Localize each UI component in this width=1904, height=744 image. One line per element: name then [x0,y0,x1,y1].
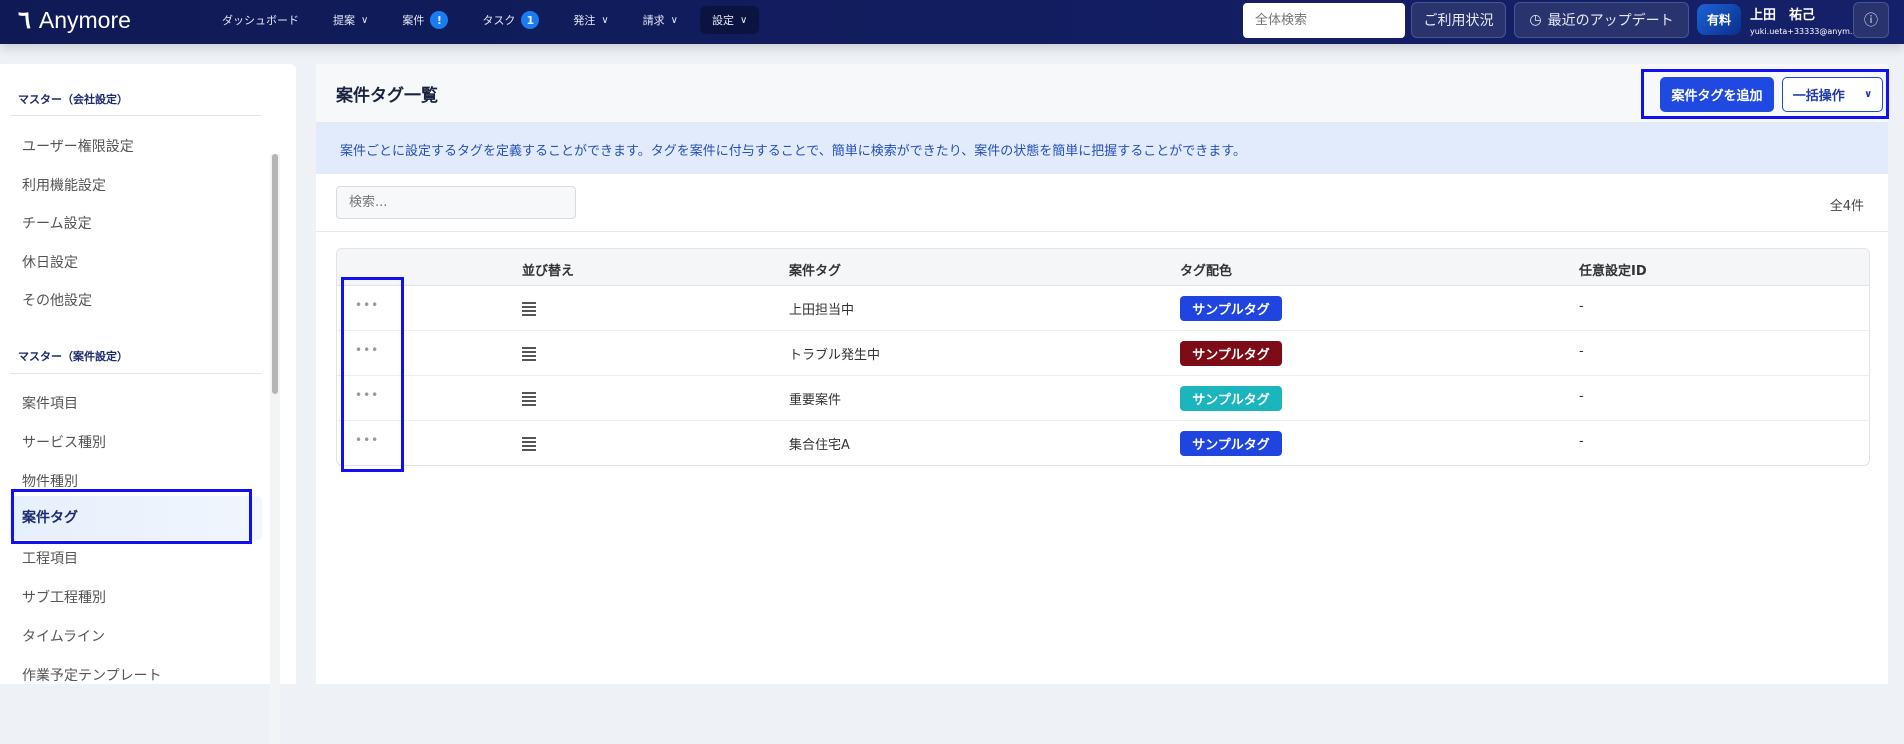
sidebar-section-heading: マスター（会社設定） [18,93,128,106]
col-tag: 案件タグ [789,264,842,279]
divider [10,115,261,116]
nav-item-label: ダッシュボード [222,14,299,27]
divider [316,231,1888,232]
logo[interactable]: ٦ Anymore [18,6,131,35]
page-header: 案件タグ一覧 案件タグを追加 一括操作 ∨ [316,64,1888,123]
nav-item[interactable]: 設定 ∨ [699,6,760,34]
table-row: ••• 重要案件 サンプルタグ - [337,376,1869,421]
tag-search-input[interactable] [336,186,576,219]
clock-icon: ◷ [1529,12,1542,28]
chevron-down-icon: ∨ [361,14,369,26]
drag-handle-icon[interactable] [522,302,536,318]
sidebar-item[interactable]: 休日設定 [22,252,78,272]
nav-item-label: 設定 [711,14,734,27]
usage-label: ご利用状況 [1423,13,1494,29]
sidebar: マスター（会社設定） ユーザー権限設定 利用機能設定 チーム設定休日設定その他設定マス… [0,64,296,744]
col-color: タグ配色 [1180,264,1233,279]
custom-id: - [1579,434,1584,449]
bulk-label: 一括操作 [1792,89,1845,104]
plan-badge: 有料 [1697,4,1741,35]
chevron-down-icon: ∨ [739,14,748,26]
table-row: ••• 上田担当中 サンプルタグ - [337,286,1869,331]
sidebar-scroll-thumb[interactable] [272,154,278,394]
col-sort: 並び替え [522,264,575,279]
nav-item[interactable]: 提案 ∨ [321,6,380,34]
user-email: yuki.ueta+33333@anym... [1750,27,1858,36]
table-header: 並び替え 案件タグ タグ配色 任意設定ID [337,249,1869,286]
tag-color-badge: サンプルタグ [1180,386,1282,411]
sidebar-item[interactable]: 工程項目 [22,548,78,568]
chevron-down-icon: ∨ [670,14,678,26]
page-title: 案件タグ一覧 [336,86,438,106]
sidebar-item-active[interactable]: 案件タグ [10,496,262,540]
sidebar-section-heading: マスター（案件設定） [18,350,128,363]
sidebar-item[interactable]: サブ工程種別 [22,587,106,607]
drag-handle-icon[interactable] [522,392,536,408]
chevron-down-icon: ∨ [1864,89,1873,100]
sidebar-item[interactable]: サービス種別 [22,432,106,452]
add-tag-button[interactable]: 案件タグを追加 [1660,77,1774,112]
tag-color-badge: サンプルタグ [1180,341,1282,366]
total-count: 全4件 [1829,199,1864,214]
more-actions-icon[interactable]: ••• [355,388,379,402]
nav-item-label: 請求 [642,14,665,27]
nav-item[interactable]: 発注 ∨ [561,6,620,34]
sidebar-item[interactable]: タイムライン [22,626,105,646]
nav-badge: 1 [521,11,540,29]
bulk-action-dropdown[interactable]: 一括操作 ∨ [1782,77,1883,112]
sidebar-item[interactable]: 案件項目 [22,393,78,413]
info-icon: ⓘ [1864,13,1878,29]
custom-id: - [1579,299,1584,314]
logo-text: Anymore [38,7,131,33]
user-info[interactable]: 上田 祐己 yuki.ueta+33333@anym... [1750,4,1858,36]
custom-id: - [1579,344,1584,359]
sidebar-item[interactable]: 作業予定テンプレート [22,665,162,685]
nav-item[interactable]: タスク 1 [470,6,551,34]
info-button[interactable]: ⓘ [1853,2,1889,38]
divider [10,373,261,374]
main-panel: 案件タグ一覧 案件タグを追加 一括操作 ∨ 案件ごとに設定するタグを定義することが… [316,64,1888,684]
nav-item-label: 案件 [402,14,425,27]
more-actions-icon[interactable]: ••• [355,343,379,357]
tag-table: 並び替え 案件タグ タグ配色 任意設定ID ••• 上田担当中 サンプルタグ - •••… [336,248,1870,466]
nav-item-label: タスク [482,14,516,27]
updates-button[interactable]: ◷ 最近のアップデート [1514,2,1689,38]
drag-handle-icon[interactable] [522,437,536,453]
tag-name: トラブル発生中 [789,348,881,363]
sidebar-item[interactable]: 利用機能設定 [22,175,106,195]
tag-name: 上田担当中 [789,303,855,318]
user-name: 上田 祐己 [1750,8,1816,23]
more-actions-icon[interactable]: ••• [355,433,379,447]
main-menu: ダッシュボード 提案 ∨ 案件! タスク 1 発注 ∨ 請求 ∨ 設定 ∨ [210,6,760,34]
info-banner: 案件ごとに設定するタグを定義することができます。タグを案件に付与することで、簡単… [316,123,1888,174]
nav-item[interactable]: 案件! [390,6,460,34]
logo-icon: ٦ [18,7,31,34]
tag-color-badge: サンプルタグ [1180,296,1282,321]
nav-item-label: 提案 [333,14,355,27]
nav-item[interactable]: ダッシュボード [210,6,311,34]
nav-badge: ! [430,11,449,29]
col-id: 任意設定ID [1579,264,1647,279]
sidebar-item[interactable]: ユーザー権限設定 [22,136,134,156]
sidebar-item[interactable]: その他設定 [22,290,92,310]
tag-name: 重要案件 [789,393,842,408]
top-nav: ٦ Anymore ダッシュボード 提案 ∨ 案件! タスク 1 発注 ∨ 請求 ∨ 設定 ∨ ご利用状… [0,0,1904,44]
updates-label: 最近のアップデート [1547,13,1674,29]
drag-handle-icon[interactable] [522,347,536,363]
custom-id: - [1579,389,1584,404]
global-search-input[interactable] [1243,3,1405,38]
tag-color-badge: サンプルタグ [1180,431,1282,456]
nav-item-label: 発注 [573,14,596,27]
chevron-down-icon: ∨ [601,14,609,26]
sidebar-item[interactable]: チーム設定 [22,213,92,233]
table-row: ••• トラブル発生中 サンプルタグ - [337,331,1869,376]
sidebar-item[interactable]: 物件種別 [22,471,78,491]
usage-button[interactable]: ご利用状況 [1411,2,1506,38]
nav-item[interactable]: 請求 ∨ [631,6,690,34]
tag-name: 集合住宅A [789,438,850,453]
more-actions-icon[interactable]: ••• [355,298,379,312]
table-row: ••• 集合住宅A サンプルタグ - [337,421,1869,465]
